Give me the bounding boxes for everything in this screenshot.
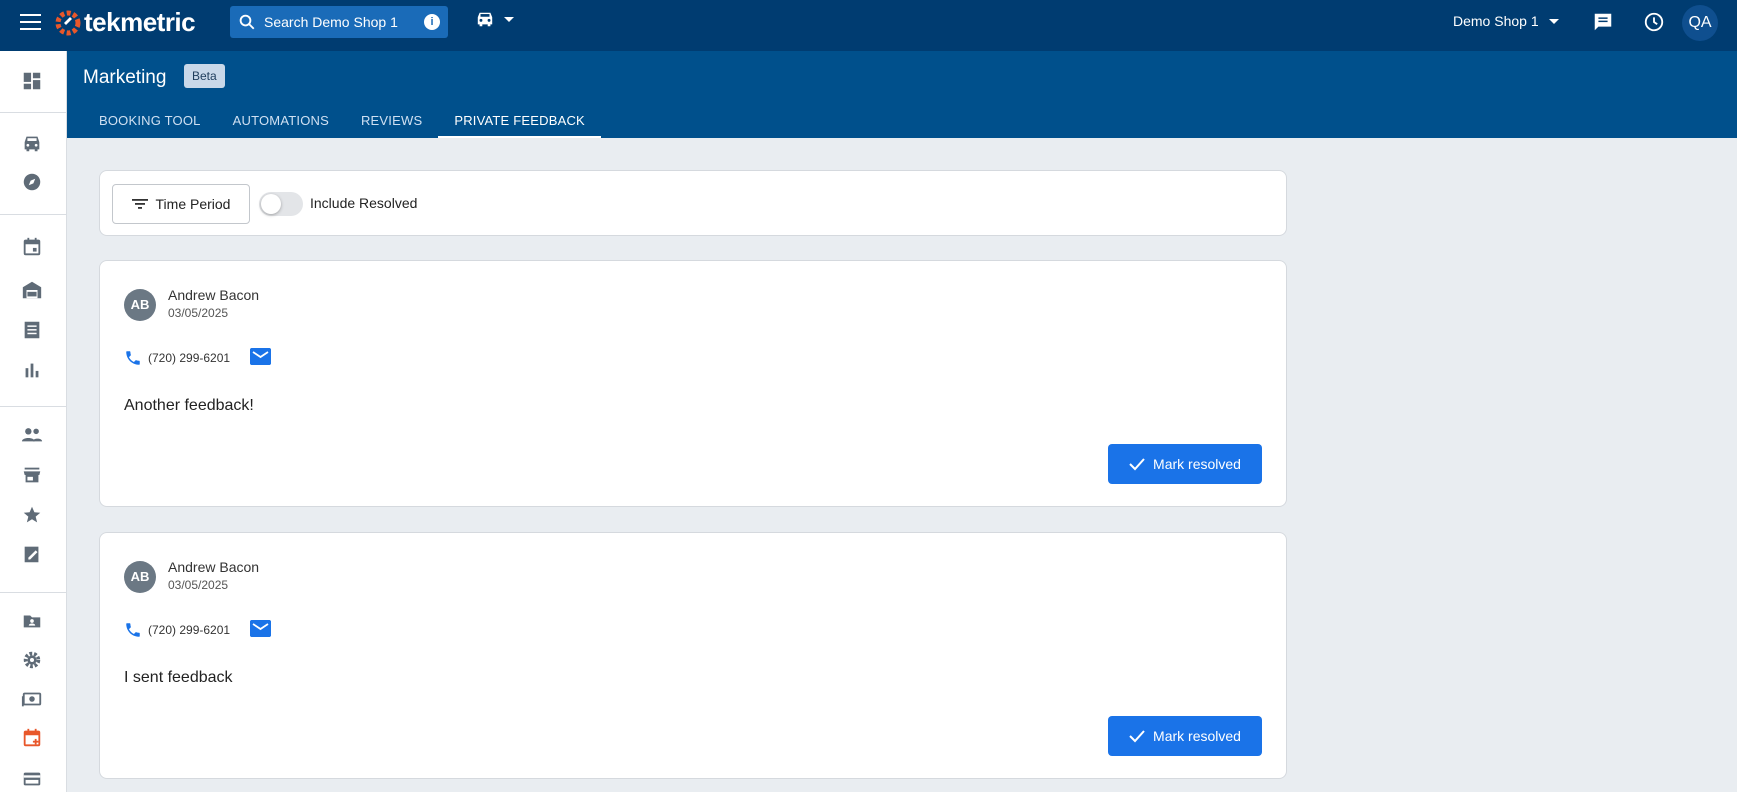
people-icon[interactable] [21, 424, 43, 446]
calendar-icon[interactable] [21, 236, 43, 258]
filter-icon [131, 199, 148, 209]
star-icon[interactable] [21, 504, 43, 526]
chat-icon[interactable] [1592, 11, 1614, 33]
gear-icon[interactable] [21, 649, 43, 671]
tab-private-feedback[interactable]: PRIVATE FEEDBACK [438, 108, 601, 138]
info-icon[interactable]: i [424, 14, 440, 30]
phone-icon [126, 623, 140, 637]
tab-reviews[interactable]: REVIEWS [345, 108, 438, 138]
dashboard-icon[interactable] [21, 70, 43, 92]
customer-name: Andrew Bacon [168, 287, 260, 303]
tab-automations[interactable]: AUTOMATIONS [217, 108, 345, 138]
feedback-date: 03/05/2025 [168, 306, 229, 320]
include-resolved-toggle[interactable] [259, 192, 303, 216]
mark-resolved-button[interactable]: Mark resolved [1108, 444, 1262, 484]
page-title: Marketing [83, 67, 167, 88]
logo[interactable]: tekmetric [54, 7, 196, 38]
time-period-button[interactable]: Time Period [112, 184, 250, 224]
mark-resolved-label: Mark resolved [1153, 456, 1241, 472]
shop-selector[interactable]: Demo Shop 1 [1453, 13, 1559, 29]
garage-icon[interactable] [21, 279, 43, 301]
edit-note-icon[interactable] [21, 543, 43, 565]
avatar: AB [124, 561, 156, 593]
menu-icon[interactable] [20, 14, 41, 30]
search-placeholder: Search Demo Shop 1 [264, 14, 398, 30]
top-bar: tekmetric Search Demo Shop 1 i Demo Shop… [0, 0, 1737, 51]
contact-card-icon[interactable] [21, 610, 43, 632]
tab-bar: BOOKING TOOL AUTOMATIONS REVIEWS PRIVATE… [83, 108, 601, 138]
page-header: Marketing Beta BOOKING TOOL AUTOMATIONS … [67, 51, 1737, 138]
calendar-add-icon[interactable] [21, 727, 43, 749]
store-icon[interactable] [21, 464, 43, 486]
car-icon[interactable] [21, 132, 43, 154]
chevron-down-icon [1548, 18, 1559, 24]
customer-phone[interactable]: (720) 299-6201 [148, 623, 230, 637]
customer-phone[interactable]: (720) 299-6201 [148, 351, 230, 365]
user-avatar[interactable]: QA [1682, 5, 1718, 41]
mark-resolved-label: Mark resolved [1153, 728, 1241, 744]
filter-card: Time Period Include Resolved [99, 170, 1287, 236]
customer-name: Andrew Bacon [168, 559, 260, 575]
time-period-label: Time Period [155, 196, 231, 212]
beta-badge: Beta [184, 64, 225, 88]
check-icon [1129, 730, 1145, 743]
email-icon[interactable] [250, 348, 271, 365]
vehicle-menu-button[interactable] [474, 10, 514, 28]
compass-icon[interactable] [21, 171, 43, 193]
email-icon[interactable] [250, 620, 271, 637]
phone-icon [126, 351, 140, 365]
search-icon [239, 14, 255, 30]
tab-booking-tool[interactable]: BOOKING TOOL [83, 108, 217, 138]
sidebar [0, 51, 67, 792]
feedback-card: AB Andrew Bacon 03/05/2025 (720) 299-620… [99, 532, 1287, 779]
mark-resolved-button[interactable]: Mark resolved [1108, 716, 1262, 756]
shop-name: Demo Shop 1 [1453, 13, 1539, 29]
bar-chart-icon[interactable] [21, 359, 43, 381]
feedback-card: AB Andrew Bacon 03/05/2025 (720) 299-620… [99, 260, 1287, 507]
avatar: AB [124, 289, 156, 321]
gear-logo-icon [55, 10, 81, 35]
payments-icon[interactable] [21, 688, 43, 710]
car-icon [477, 12, 493, 27]
toggle-knob [261, 194, 281, 214]
include-resolved-label: Include Resolved [310, 195, 418, 211]
logo-text: tekmetric [84, 7, 196, 37]
feedback-message: I sent feedback [124, 669, 233, 686]
search-input[interactable]: Search Demo Shop 1 i [230, 6, 448, 38]
check-icon [1129, 458, 1145, 471]
clock-icon[interactable] [1643, 11, 1665, 33]
list-icon[interactable] [21, 319, 43, 341]
feedback-date: 03/05/2025 [168, 578, 229, 592]
chevron-down-icon [504, 16, 514, 22]
credit-card-icon[interactable] [21, 768, 43, 790]
feedback-message: Another feedback! [124, 397, 254, 414]
